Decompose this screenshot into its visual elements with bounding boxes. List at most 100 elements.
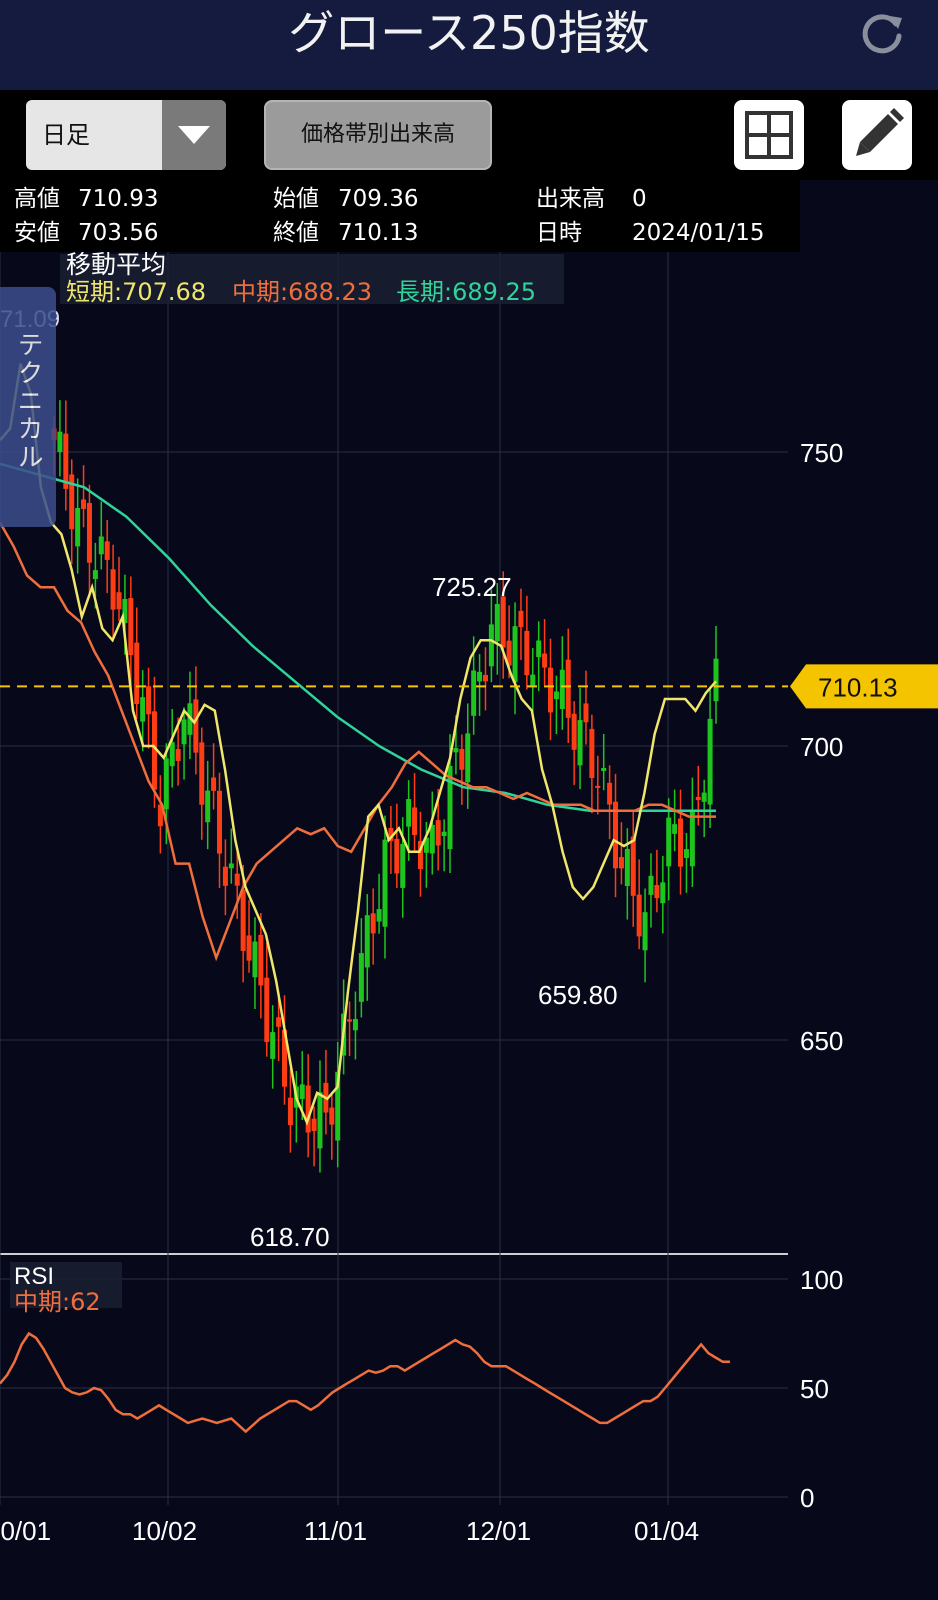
candle-body xyxy=(648,875,654,895)
period-select[interactable]: 日足 xyxy=(26,100,226,170)
candle-body xyxy=(364,915,370,968)
candle-body xyxy=(536,640,542,658)
candle-body xyxy=(352,1019,358,1031)
indicator-name: 移動平均 xyxy=(66,252,166,279)
high-label: 高値 xyxy=(14,186,60,212)
refresh-icon[interactable] xyxy=(858,10,906,58)
candle-body xyxy=(140,697,146,722)
candle-body xyxy=(595,785,601,788)
rsi-tick-label: 100 xyxy=(800,1265,843,1295)
candle-body xyxy=(565,659,571,718)
candle-body xyxy=(524,630,530,676)
candle-body xyxy=(707,718,713,805)
short-ma-label: 短期:707.68 xyxy=(66,278,206,306)
candle-body xyxy=(412,807,418,836)
candle-body xyxy=(116,592,122,610)
candle-body xyxy=(57,431,63,452)
candle-body xyxy=(465,733,471,783)
date-tick-label: 12/01 xyxy=(466,1516,531,1546)
candle-body xyxy=(234,873,240,886)
candle-body xyxy=(317,1092,323,1149)
close-label: 終値 xyxy=(273,220,319,246)
candle-body xyxy=(678,818,684,867)
rsi-tick-label: 50 xyxy=(800,1374,829,1404)
low-value: 703.56 xyxy=(78,220,159,246)
long-ma-label: 長期:689.25 xyxy=(396,278,536,306)
candle-body xyxy=(689,811,695,867)
candle-body xyxy=(329,1107,335,1125)
candle-body xyxy=(92,570,98,580)
candle-body xyxy=(134,642,140,705)
candle-body xyxy=(488,624,494,667)
candle-body xyxy=(258,934,264,986)
candle-body xyxy=(104,541,110,560)
candle-body xyxy=(607,782,613,805)
open-value: 709.36 xyxy=(338,186,419,212)
price-annotation: 618.70 xyxy=(250,1222,330,1252)
chevron-down-icon xyxy=(178,126,210,144)
candle-body xyxy=(311,1118,317,1132)
open-label: 始値 xyxy=(273,186,319,212)
close-value: 710.13 xyxy=(338,220,419,246)
high-value: 710.93 xyxy=(78,186,159,212)
candle-body xyxy=(175,748,181,761)
candle-body xyxy=(169,742,175,767)
candle-body xyxy=(713,658,719,702)
date-tick-label: 11/01 xyxy=(304,1516,367,1546)
candle-body xyxy=(624,848,630,886)
candle-body xyxy=(199,742,205,805)
candle-body xyxy=(559,669,565,710)
candle-body xyxy=(193,699,199,753)
candle-body xyxy=(358,953,364,1002)
candle-body xyxy=(252,941,258,978)
candle-body xyxy=(211,777,217,791)
period-select-value: 日足 xyxy=(42,121,90,149)
candle-body xyxy=(370,913,376,934)
long-ma-line xyxy=(0,462,716,812)
candle-body xyxy=(128,598,134,656)
candle-body xyxy=(589,728,595,779)
date-tick-label: 01/04 xyxy=(634,1516,699,1546)
candle-body xyxy=(287,1097,293,1126)
technical-side-tab[interactable]: テクニカル xyxy=(0,287,56,527)
price-tick-label: 650 xyxy=(800,1026,843,1056)
candle-body xyxy=(435,820,441,846)
rsi-tick-label: 0 xyxy=(800,1483,814,1513)
pencil-icon xyxy=(856,108,904,156)
candle-body xyxy=(246,935,252,961)
candle-body xyxy=(666,817,672,867)
dropdown-button[interactable] xyxy=(162,100,226,170)
candle-body xyxy=(400,843,406,888)
price-chart[interactable]: 750 700 650 100 50 0 10/01 10/02 11/01 12/01 01/04… xyxy=(0,252,938,1600)
candle-body xyxy=(548,667,553,713)
price-tick-label: 700 xyxy=(800,732,843,762)
candle-body xyxy=(695,796,701,801)
candle-body xyxy=(482,674,488,682)
candle-body xyxy=(270,1032,276,1059)
draw-tool-button[interactable] xyxy=(842,100,912,170)
candle-body xyxy=(571,713,577,750)
volume-profile-button[interactable]: 価格帯別出来高 xyxy=(264,100,492,170)
candle-body xyxy=(228,863,234,869)
candle-body xyxy=(276,1017,282,1027)
candle-body xyxy=(512,626,518,683)
candle-body xyxy=(618,857,624,869)
candle-body xyxy=(683,849,689,858)
candle-body xyxy=(630,836,636,896)
candle-body xyxy=(75,508,81,547)
datetime-label: 日時 xyxy=(536,220,582,246)
candle-body xyxy=(701,792,707,802)
candle-body xyxy=(477,671,483,682)
layout-grid-button[interactable] xyxy=(734,100,804,170)
date-tick-label: 10/02 xyxy=(132,1516,197,1546)
candle-body xyxy=(264,977,270,1042)
candle-body xyxy=(406,799,412,827)
candle-body xyxy=(577,720,583,766)
candle-body xyxy=(110,569,116,610)
candle-body xyxy=(347,1019,353,1022)
ohlc-info-panel: 高値 710.93 安値 703.56 始値 709.36 終値 710.13 … xyxy=(0,180,800,252)
candle-body xyxy=(642,912,648,951)
price-tick-label: 750 xyxy=(800,438,843,468)
price-annotation: 659.80 xyxy=(538,980,618,1010)
candle-body xyxy=(654,885,660,899)
